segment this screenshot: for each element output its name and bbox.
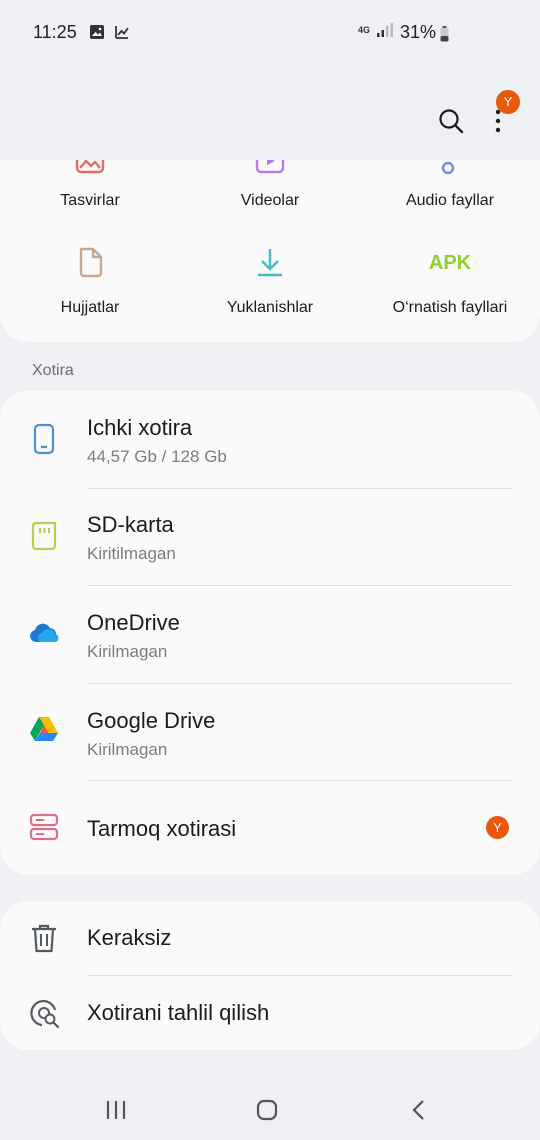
category-label: Yuklanishlar (226, 299, 314, 316)
chart-notification-icon (115, 26, 129, 39)
status-time: 11:25 (33, 22, 77, 42)
categories-card: Tasvirlar Videolar Audio fayllar Hujjatl… (0, 160, 540, 342)
video-icon (255, 160, 285, 174)
google-drive-icon (30, 717, 58, 741)
row-subtitle: Kirilmagan (87, 740, 168, 759)
image-icon (75, 160, 105, 174)
category-images[interactable]: Tasvirlar (0, 160, 180, 220)
battery-icon (440, 26, 449, 42)
row-title: Ichki xotira (87, 415, 193, 440)
storage-section-label: Xotira (32, 362, 74, 379)
row-subtitle: Kiritilmagan (87, 544, 176, 563)
row-title: OneDrive (87, 610, 180, 635)
phone-icon (33, 423, 55, 455)
category-label: O‘rnatish fayllari (392, 299, 508, 316)
category-videos[interactable]: Videolar (180, 160, 360, 220)
category-downloads[interactable]: Yuklanishlar (180, 242, 360, 322)
row-title: Tarmoq xotirasi (87, 816, 237, 841)
image-notification-icon (90, 25, 104, 39)
storage-row-google-drive[interactable]: Google Drive Kirilmagan (0, 683, 540, 780)
category-documents[interactable]: Hujjatlar (0, 242, 180, 322)
trash-icon (32, 924, 56, 953)
home-icon[interactable] (255, 1098, 279, 1122)
storage-row-onedrive[interactable]: OneDrive Kirilmagan (0, 585, 540, 683)
download-icon (258, 249, 282, 277)
category-label: Videolar (240, 192, 300, 209)
search-icon[interactable] (436, 106, 466, 136)
onedrive-icon (30, 623, 59, 642)
row-title: Keraksiz (87, 925, 172, 950)
row-title: SD-karta (87, 512, 174, 537)
storage-card: Ichki xotira 44,57 Gb / 128 Gb SD-karta … (0, 391, 540, 875)
utilities-card: Keraksiz Xotirani tahlil qilish (0, 901, 540, 1050)
category-audio[interactable]: Audio fayllar (360, 160, 540, 220)
apk-icon: APK (428, 252, 472, 274)
storage-row-internal[interactable]: Ichki xotira 44,57 Gb / 128 Gb (0, 391, 540, 488)
battery-percent: 31% (400, 22, 437, 42)
category-label: Tasvirlar (60, 192, 120, 209)
category-install-files[interactable]: APK O‘rnatish fayllari (360, 242, 540, 322)
notification-icons (89, 24, 130, 40)
row-title: Xotirani tahlil qilish (87, 1000, 270, 1025)
network-storage-icon (29, 813, 59, 841)
sd-card-icon (31, 521, 57, 551)
network-type: 4G (358, 24, 371, 35)
account-badge[interactable]: Y (496, 90, 520, 114)
network-badge: Y (486, 816, 509, 839)
status-bar: 11:25 4G 31% (0, 0, 540, 68)
category-label: Audio fayllar (405, 192, 495, 209)
navigation-bar (0, 1080, 540, 1140)
audio-icon (441, 161, 455, 175)
storage-row-sd-card[interactable]: SD-karta Kiritilmagan (0, 488, 540, 585)
utility-row-analyze-storage[interactable]: Xotirani tahlil qilish (0, 975, 540, 1050)
recents-icon[interactable] (104, 1098, 128, 1122)
storage-analysis-icon (30, 1000, 60, 1029)
storage-row-network[interactable]: Tarmoq xotirasi Y (0, 780, 540, 875)
row-title: Google Drive (87, 708, 216, 733)
utility-row-trash[interactable]: Keraksiz (0, 901, 540, 975)
signal-icon (377, 23, 394, 37)
row-subtitle: Kirilmagan (87, 642, 168, 661)
category-label: Hujjatlar (60, 299, 120, 316)
document-icon (79, 247, 103, 278)
back-icon[interactable] (407, 1098, 431, 1122)
row-subtitle: 44,57 Gb / 128 Gb (87, 447, 227, 466)
